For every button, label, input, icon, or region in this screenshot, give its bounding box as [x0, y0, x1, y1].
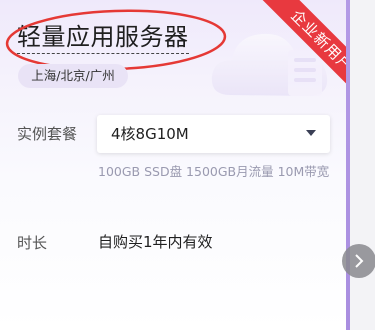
- spec-selected-value: 4核8G10M: [111, 125, 189, 143]
- duration-value: 自购买1年内有效: [98, 233, 213, 251]
- side-strip: [350, 0, 375, 330]
- spec-label: 实例套餐: [17, 125, 78, 143]
- region-chip: 上海/北京/广州: [18, 64, 128, 88]
- chevron-right-icon: [355, 254, 364, 268]
- annotation-circle: [5, 9, 227, 71]
- next-button[interactable]: [342, 244, 375, 278]
- caret-down-icon: [306, 130, 316, 136]
- badge-ribbon: 企业新用户: [237, 0, 347, 110]
- product-card: 轻量应用服务器 上海/北京/广州 实例套餐 4核8G10M 100GB SSD盘…: [0, 0, 347, 330]
- duration-label: 时长: [17, 234, 48, 252]
- spec-description: 100GB SSD盘 1500GB月流量 10M带宽: [98, 164, 330, 179]
- new-enterprise-badge: 企业新用户: [259, 0, 347, 104]
- spec-select[interactable]: 4核8G10M: [97, 115, 330, 153]
